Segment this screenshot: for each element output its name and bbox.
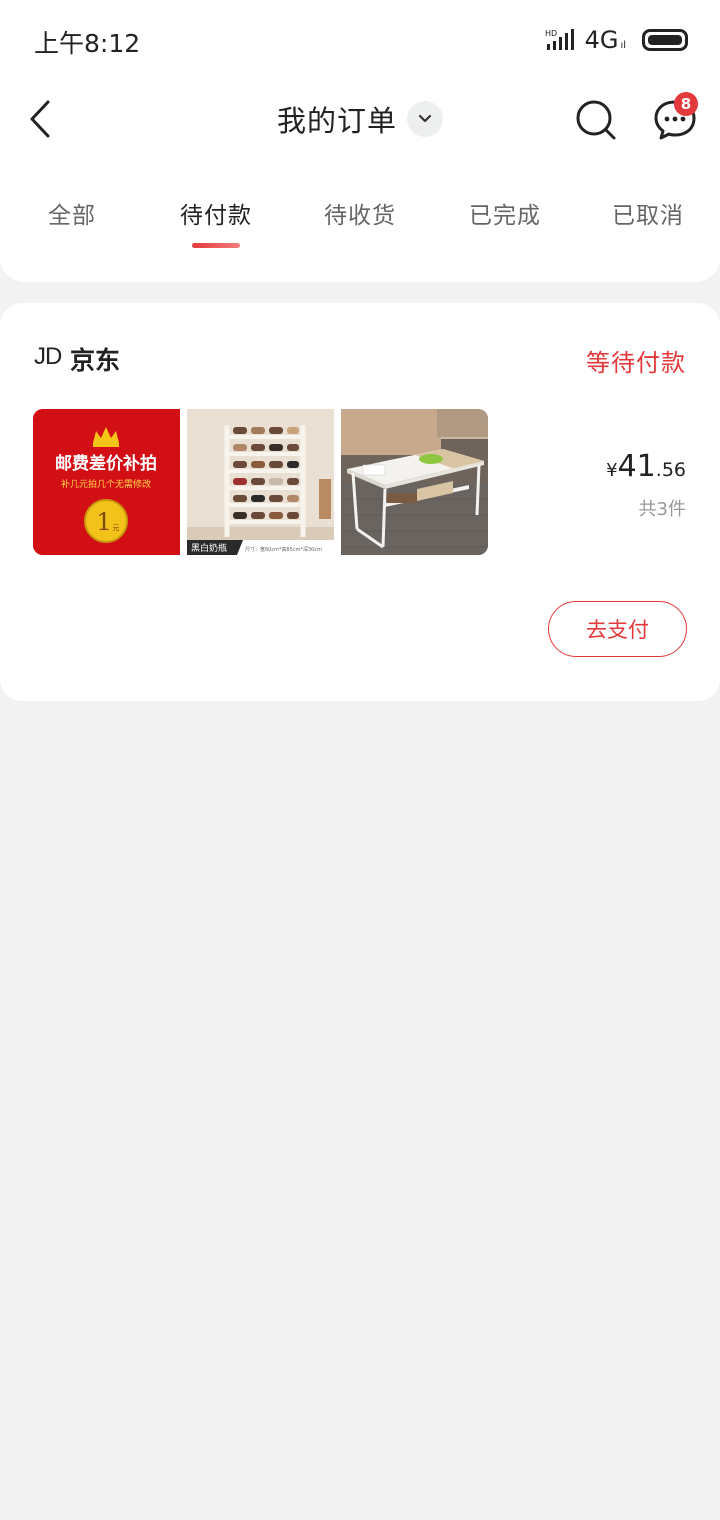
product-image-shoe-rack: 黑白奶瓶 尺寸：宽60cm*高85cm*深30cm <box>187 409 334 555</box>
coin-value: 1 <box>96 508 111 536</box>
product-spec: 尺寸：宽60cm*高85cm*深30cm <box>245 546 322 553</box>
product-image[interactable]: 黑白奶瓶 尺寸：宽60cm*高85cm*深30cm <box>187 409 334 555</box>
network-sub: ıl <box>620 40 626 51</box>
product-image[interactable] <box>341 409 488 555</box>
network-label: 4G <box>584 26 619 54</box>
product-tag: 黑白奶瓶 <box>191 542 227 554</box>
price-decimal: .56 <box>655 459 686 481</box>
header-card: 上午8:12 HD 4G ıl 我的订单 8 全部 待付款 待收货 已完成 已取… <box>0 0 720 282</box>
chevron-down-icon[interactable] <box>407 101 443 137</box>
search-button[interactable] <box>574 98 618 142</box>
page-title: 我的订单 <box>276 104 397 138</box>
price-currency: ¥ <box>606 460 618 481</box>
tab-cancelled[interactable]: 已取消 <box>578 196 718 230</box>
search-icon <box>576 100 616 140</box>
shop-name[interactable]: 京东 <box>70 341 120 377</box>
coin-unit: 元 <box>113 524 120 532</box>
order-status: 等待付款 <box>586 349 686 377</box>
product-image[interactable]: 邮费差价补拍 补几元拍几个无需修改 1 元 <box>33 409 180 555</box>
product-title: 邮费差价补拍 <box>55 453 157 474</box>
message-badge: 8 <box>674 92 698 116</box>
order-price: ¥ 41 .56 <box>606 449 686 484</box>
battery-icon <box>642 29 688 51</box>
status-icons: HD 4G ıl <box>545 24 688 56</box>
tab-pending-receipt[interactable]: 待收货 <box>290 196 430 230</box>
tab-pending-payment[interactable]: 待付款 <box>146 196 286 230</box>
status-time: 上午8:12 <box>34 29 141 58</box>
item-count: 共3件 <box>638 499 686 520</box>
signal-icon: HD <box>545 29 574 50</box>
tab-completed[interactable]: 已完成 <box>435 196 575 230</box>
order-card[interactable]: JD 京东 等待付款 邮费差价补拍 补几元拍几个无需修改 1 元 黑白奶瓶 尺寸… <box>0 303 720 701</box>
price-integer: 41 <box>617 449 656 484</box>
pay-button[interactable]: 去支付 <box>548 601 687 657</box>
tab-indicator <box>192 243 240 248</box>
nav-bar: 我的订单 <box>0 78 720 162</box>
product-image-coffee-table <box>341 409 488 555</box>
order-tabs: 全部 待付款 待收货 已完成 已取消 <box>0 196 720 256</box>
status-bar: 上午8:12 HD 4G ıl <box>0 0 720 78</box>
tab-all[interactable]: 全部 <box>2 196 142 230</box>
product-subtitle: 补几元拍几个无需修改 <box>61 478 151 490</box>
product-image-postage: 邮费差价补拍 补几元拍几个无需修改 1 元 <box>33 409 180 555</box>
jd-logo: JD <box>34 343 62 370</box>
network-indicator: 4G ıl <box>585 26 626 54</box>
hd-label: HD <box>545 29 557 38</box>
